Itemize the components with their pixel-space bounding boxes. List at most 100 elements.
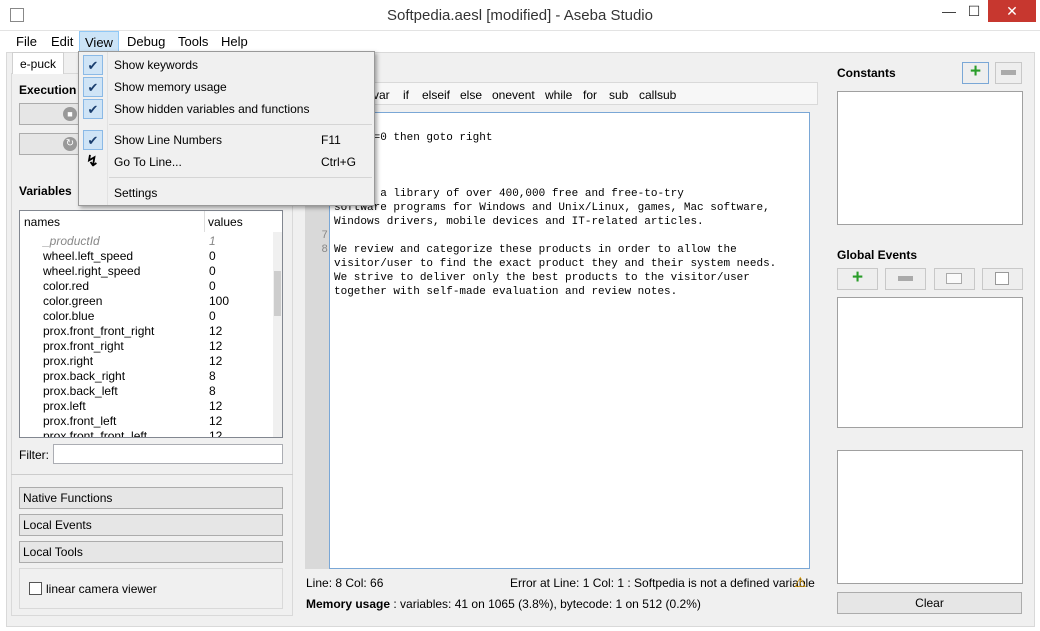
variable-value: 12 [209,339,223,353]
warning-icon: ⚠ [794,574,807,590]
maximize-button[interactable]: ☐ [963,0,985,22]
table-row[interactable]: prox.left 12 [20,399,275,414]
native-functions-button[interactable]: Native Functions [19,487,283,509]
memory-usage-label: Memory usage [306,597,391,611]
menu-item-go-to-line[interactable]: ↯ Go To Line... Ctrl+G [79,151,374,173]
keyword-elseif[interactable]: elseif [422,88,450,102]
vars-scroll-thumb[interactable] [274,271,281,316]
camera-checkbox[interactable] [29,582,42,595]
table-row[interactable]: color.red 0 [20,279,275,294]
panel-separator [11,474,293,475]
menu-edit[interactable]: Edit [46,31,78,52]
variable-value: 1 [209,234,216,248]
variable-name: color.red [43,279,90,293]
menu-item-shortcut: Ctrl+G [321,155,357,169]
line-number: 7 [321,230,328,242]
table-row[interactable]: color.blue 0 [20,309,275,324]
keyword-sub[interactable]: sub [609,88,628,102]
menu-item-label: Show hidden variables and functions [114,102,310,116]
table-row[interactable]: prox.right 12 [20,354,275,369]
global-events-list[interactable] [837,297,1023,428]
menu-separator [109,124,372,125]
plot-icon [995,272,1009,285]
menu-file[interactable]: File [11,31,42,52]
events-log[interactable] [837,450,1023,584]
variable-value: 12 [209,429,223,438]
keyword-while[interactable]: while [545,88,572,102]
window-title: Softpedia.aesl [modified] - Aseba Studio [386,7,653,24]
minimize-button[interactable]: — [938,0,960,22]
col-values-header[interactable]: values [208,215,243,229]
code-line: software programs for Windows and Unix/L… [334,202,770,214]
menu-item-show-memory-usage[interactable]: ✔ Show memory usage [79,76,374,98]
table-row[interactable]: prox.front_front_left 12 [20,429,275,438]
keyword-var[interactable]: var [373,88,390,102]
menu-item-label: Go To Line... [114,155,182,169]
variable-name: prox.front_front_right [43,324,155,338]
table-row[interactable]: color.green 100 [20,294,275,309]
keyword-if[interactable]: if [403,88,409,102]
variable-name: wheel.right_speed [43,264,141,278]
variable-name: color.blue [43,309,95,323]
table-row[interactable]: prox.front_right 12 [20,339,275,354]
keyword-callsub[interactable]: callsub [639,88,676,102]
menu-item-label: Show keywords [114,58,199,72]
variable-value: 12 [209,324,223,338]
filter-input[interactable] [53,444,283,464]
variable-name: prox.front_right [43,339,124,353]
code-line: We review and categorize these products … [334,244,737,256]
code-editor[interactable]: diatpedia=0 then goto rightdia is a libr… [329,112,810,569]
menu-help[interactable]: Help [216,31,253,52]
camera-label: linear camera viewer [46,582,157,596]
stop-icon: ■ [63,107,77,121]
constants-list[interactable] [837,91,1023,225]
cursor-position: Line: 8 Col: 66 [306,576,384,590]
variable-value: 12 [209,414,223,428]
filter-label: Filter: [19,448,49,462]
tab-e-puck[interactable]: e-puck [12,52,65,74]
variable-name: prox.front_left [43,414,117,428]
keyword-for[interactable]: for [583,88,597,102]
code-line: Windows drivers, mobile devices and IT-r… [334,216,704,228]
keyword-onevent[interactable]: onevent [492,88,535,102]
menu-item-show-keywords[interactable]: ✔ Show keywords [79,54,374,76]
local-tools-button[interactable]: Local Tools [19,541,283,563]
global-events-title: Global Events [837,248,918,262]
variable-name: prox.right [43,354,94,368]
menu-view[interactable]: View [79,31,119,52]
menu-item-show-hidden-variables[interactable]: ✔ Show hidden variables and functions [79,98,374,120]
variable-name: _productId [43,234,100,248]
variables-table[interactable]: names values _productId 1 wheel.left_speed… [19,210,283,438]
execution-title: Execution [19,83,77,97]
menu-tools[interactable]: Tools [173,31,213,52]
local-events-button[interactable]: Local Events [19,514,283,536]
menu-item-label: Show Line Numbers [114,133,223,147]
variable-value: 12 [209,399,223,413]
table-row[interactable]: prox.back_right 8 [20,369,275,384]
col-names-header[interactable]: names [24,215,60,229]
check-icon: ✔ [83,77,103,97]
table-row[interactable]: wheel.left_speed 0 [20,249,275,264]
variable-name: prox.back_right [43,369,126,383]
menu-item-settings[interactable]: Settings [79,182,374,204]
envelope-icon [946,273,962,284]
variable-value: 12 [209,354,223,368]
table-row[interactable]: prox.front_left 12 [20,414,275,429]
table-row[interactable]: wheel.right_speed 0 [20,264,275,279]
variable-value: 0 [209,279,216,293]
clear-button[interactable]: Clear [837,592,1022,614]
variable-value: 8 [209,384,216,398]
menu-item-show-line-numbers[interactable]: ✔ Show Line Numbers F11 [79,129,374,151]
constants-title: Constants [837,66,896,80]
variable-value: 0 [209,264,216,278]
code-line: together with self-made evaluation and r… [334,286,678,298]
menu-debug[interactable]: Debug [122,31,170,52]
table-row[interactable]: prox.back_left 8 [20,384,275,399]
close-button[interactable]: ✕ [988,0,1036,22]
variable-name: prox.left [43,399,86,413]
variable-value: 8 [209,369,216,383]
table-row[interactable]: prox.front_front_right 12 [20,324,275,339]
keyword-else[interactable]: else [460,88,482,102]
code-line: visitor/user to find the exact product t… [334,258,777,270]
table-row[interactable]: _productId 1 [20,234,275,249]
